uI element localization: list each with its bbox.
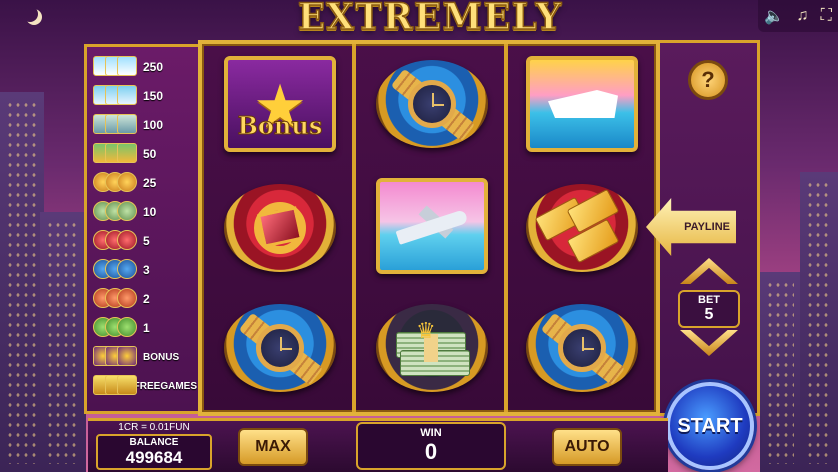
reels-area: ★ Bonus ♛ (198, 40, 660, 416)
watch-icon (93, 259, 139, 281)
payout-value: 2 (143, 292, 150, 306)
building (800, 172, 838, 472)
building (760, 272, 800, 472)
paytable-row: 10 (93, 200, 197, 224)
win-display: WIN 0 (356, 422, 506, 470)
paytable: 250 150 100 50 25 10 5 3 2 1 BONUS FREEG… (84, 44, 198, 414)
bet-value: 5 (704, 306, 714, 323)
reel-divider (352, 44, 356, 412)
scatter-icon (93, 375, 137, 397)
bonus-label: Bonus (237, 111, 323, 141)
paytable-row: 3 (93, 258, 197, 282)
paytable-row: 1 (93, 316, 197, 340)
payout-value: 25 (143, 176, 157, 190)
paytable-row: BONUS (93, 345, 197, 369)
win-value: 0 (424, 439, 438, 464)
autoplay-button[interactable]: AUTO (552, 428, 622, 466)
symbol-watch (374, 58, 490, 150)
building (0, 92, 44, 472)
bonus-icon (93, 346, 139, 368)
symbol-cash: ♛ (374, 302, 490, 394)
paytable-row: 100 (93, 113, 197, 137)
paytable-row: 250 (93, 55, 197, 79)
cash-icon: ♛ (376, 304, 488, 392)
yacht-icon (526, 56, 638, 152)
symbol-ring (222, 182, 338, 274)
watch-icon (526, 304, 638, 392)
car-icon (93, 143, 139, 165)
symbol-watch (524, 302, 640, 394)
paytable-row: 50 (93, 142, 197, 166)
paytable-row: 2 (93, 287, 197, 311)
payout-value: 150 (143, 89, 164, 103)
ring-icon (224, 184, 336, 272)
bet-label: BET (698, 294, 720, 306)
help-button[interactable]: ? (688, 60, 728, 100)
max-bet-button[interactable]: MAX (238, 428, 308, 466)
yacht-icon (93, 56, 139, 78)
pearl-icon (93, 288, 139, 310)
balance-label: BALANCE (129, 437, 179, 448)
symbol-watch (222, 302, 338, 394)
emerald-icon (93, 317, 139, 339)
payout-value: 100 (143, 118, 164, 132)
payout-value: BONUS (143, 351, 180, 363)
music-icon[interactable]: ♫ (796, 7, 808, 25)
payout-value: 10 (143, 205, 157, 219)
ring-icon (93, 230, 139, 252)
balance-value: 499684 (125, 448, 183, 467)
watch-icon (376, 60, 488, 148)
symbol-bonus: ★ Bonus (222, 56, 338, 152)
bet-display: BET 5 (678, 290, 740, 328)
payout-value: 3 (143, 263, 150, 277)
reel-divider (504, 44, 508, 412)
paytable-row: FREEGAMES (93, 374, 197, 398)
gold-icon (93, 172, 139, 194)
symbol-gold (524, 182, 640, 274)
bonus-tile: ★ Bonus (224, 56, 336, 152)
start-button[interactable]: START (666, 382, 754, 470)
balance-display: BALANCE 499684 (96, 434, 212, 470)
building (40, 212, 86, 472)
watch-icon (224, 304, 336, 392)
paytable-row: 25 (93, 171, 197, 195)
paytable-row: 5 (93, 229, 197, 253)
payline-label: PAYLINE (684, 221, 730, 233)
credit-rate: 1CR = 0.01FUN (118, 422, 190, 433)
yacht-icon (93, 85, 139, 107)
symbol-yacht (524, 56, 640, 152)
fullscreen-icon[interactable]: ⛶ (821, 7, 832, 25)
symbol-jet (374, 178, 490, 274)
jet-icon (376, 178, 488, 274)
payout-value: 250 (143, 60, 164, 74)
payout-value: 50 (143, 147, 157, 161)
game-title: EXTREMELY RICH (297, 0, 563, 81)
payout-value: 5 (143, 234, 150, 248)
payout-value: 1 (143, 321, 150, 335)
moon-icon (22, 6, 38, 22)
building-icon (93, 114, 139, 136)
gold-icon (526, 184, 638, 272)
cash-icon (93, 201, 139, 223)
sound-icon[interactable]: 🔈 (764, 6, 784, 26)
audio-controls: 🔈 ♫ ⛶ (758, 0, 838, 32)
win-label: WIN (420, 427, 442, 439)
payout-value: FREEGAMES (133, 380, 197, 392)
paytable-row: 150 (93, 84, 197, 108)
